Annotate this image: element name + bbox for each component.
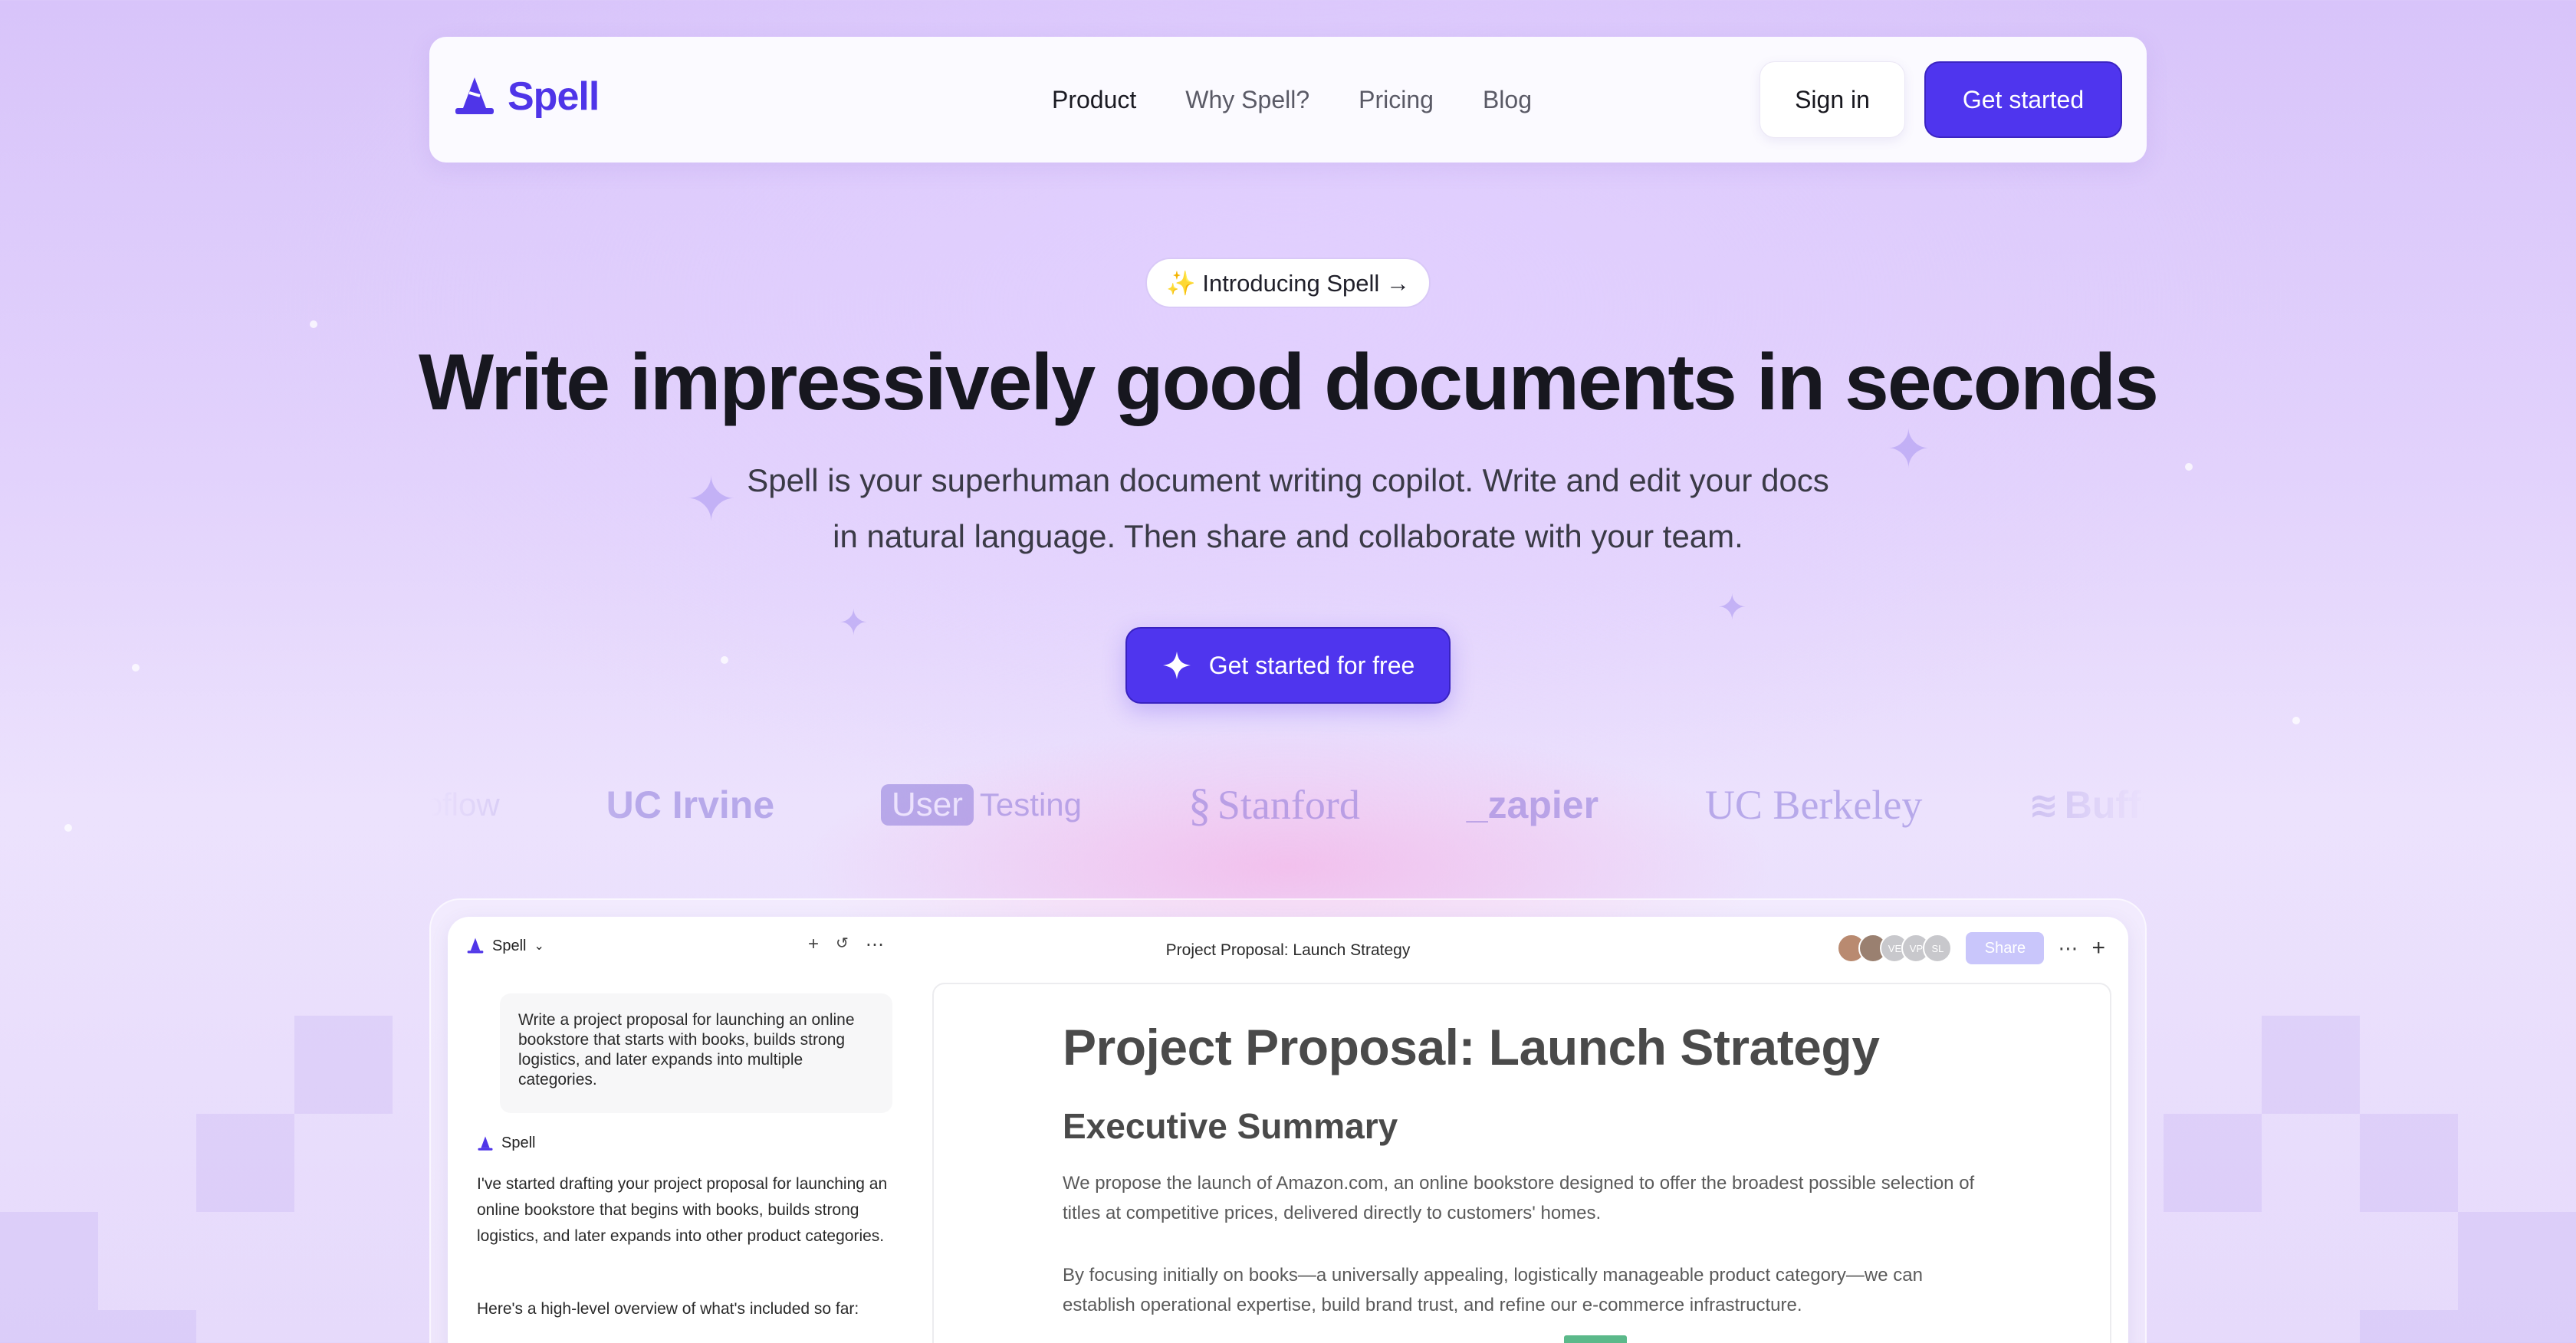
logo-usertesting: User Testing [881, 784, 1082, 826]
logo-uc-berkeley: UC Berkeley [1704, 782, 1923, 828]
buffer-stack-icon: ≋ [2029, 785, 2058, 825]
stanford-mark-icon: § [1188, 779, 1211, 830]
section-heading: Executive Summary [1063, 1106, 1398, 1146]
bg-square [98, 1310, 196, 1343]
star-dot [310, 320, 317, 328]
user-prompt-bubble: Write a project proposal for launching a… [500, 993, 892, 1113]
nav-link-product[interactable]: Product [1052, 86, 1136, 114]
star-dot [2185, 463, 2193, 471]
logo-text: Spell [508, 74, 600, 119]
bg-square [2164, 1114, 2262, 1212]
document-paragraph: By focusing initially on books—a univers… [1063, 1265, 1923, 1315]
nav-link-blog[interactable]: Blog [1483, 86, 1532, 114]
sparkle-icon [1162, 652, 1191, 679]
nav-link-why-spell[interactable]: Why Spell? [1185, 86, 1309, 114]
app-topbar: Spell ⌄ + ↺ ⋯ Project Proposal: Launch S… [448, 917, 2128, 972]
bg-square [294, 1016, 393, 1114]
logo-stanford: § Stanford [1188, 779, 1360, 832]
star-dot [64, 824, 72, 832]
logo-zapier: _zapier [1466, 783, 1599, 826]
hero-subtitle: Spell is your superhuman document writin… [675, 452, 1901, 564]
star-dot [721, 656, 728, 664]
sparkle-icon: ✦ [839, 603, 869, 642]
assistant-reply: I've started drafting your project propo… [477, 1175, 888, 1245]
stanford-word: Stanford [1217, 782, 1360, 828]
nav-link-pricing[interactable]: Pricing [1359, 86, 1434, 114]
doc-toolbar: VE VP SL Share ⋯ + [1837, 932, 2105, 964]
avatar[interactable]: SL [1923, 934, 1953, 963]
bg-square [2360, 1114, 2458, 1212]
share-button[interactable]: Share [1966, 932, 2045, 964]
document-editor[interactable]: Project Proposal: Launch Strategy Execut… [932, 983, 2111, 1343]
buffer-word: Buffer [2064, 783, 2177, 826]
document-paragraph: We propose the launch of Amazon.com, an … [1063, 1173, 1975, 1223]
bg-square [2360, 1310, 2458, 1343]
hero-subtitle-line: in natural language. Then share and coll… [833, 518, 1743, 554]
bg-square [0, 1212, 98, 1343]
wizard-hat-icon [455, 77, 494, 114]
more-icon[interactable]: ⋯ [2058, 937, 2078, 960]
introducing-pill[interactable]: ✨ Introducing Spell → [1145, 258, 1431, 308]
assistant-header: Spell [477, 1134, 535, 1152]
usertesting-box: User [881, 784, 974, 826]
star-dot [2292, 717, 2300, 724]
document-heading: Project Proposal: Launch Strategy [1063, 1019, 1880, 1075]
get-started-free-button[interactable]: Get started for free [1125, 627, 1451, 704]
cta-label: Get started for free [1208, 651, 1415, 679]
hero-title: Write impressively good documents in sec… [419, 338, 2159, 427]
assistant-reply-overview: Here's a high-level overview of what's i… [477, 1300, 859, 1318]
get-started-button[interactable]: Get started [1924, 61, 2122, 138]
navbar: Spell Product Why Spell? Pricing Blog Si… [429, 37, 2147, 163]
nav-links: Product Why Spell? Pricing Blog [1052, 37, 1532, 163]
sign-in-button[interactable]: Sign in [1760, 61, 1905, 138]
logo-webflow: webflow [383, 786, 500, 823]
wizard-hat-icon [478, 1136, 493, 1151]
star-dot [132, 664, 140, 672]
bg-square [196, 1114, 294, 1212]
cursor-tag [1564, 1335, 1627, 1343]
customer-logos: webflow UC Irvine User Testing § Stanfor… [383, 767, 2177, 843]
logo-buffer: ≋ Buffer [2029, 783, 2177, 827]
collaborator-avatars: VE VP SL [1837, 934, 1953, 963]
logo-uc-irvine: UC Irvine [606, 783, 775, 826]
bg-square [2458, 1212, 2576, 1343]
add-icon[interactable]: + [2091, 935, 2105, 961]
hero-subtitle-line: Spell is your superhuman document writin… [747, 462, 1829, 498]
usertesting-word: Testing [979, 786, 1082, 823]
sparkle-icon: ✦ [1717, 587, 1747, 627]
app-preview: Spell ⌄ + ↺ ⋯ Project Proposal: Launch S… [448, 917, 2128, 1343]
assistant-name: Spell [501, 1134, 536, 1151]
bg-square [2262, 1016, 2360, 1114]
logo[interactable]: Spell [452, 74, 600, 120]
